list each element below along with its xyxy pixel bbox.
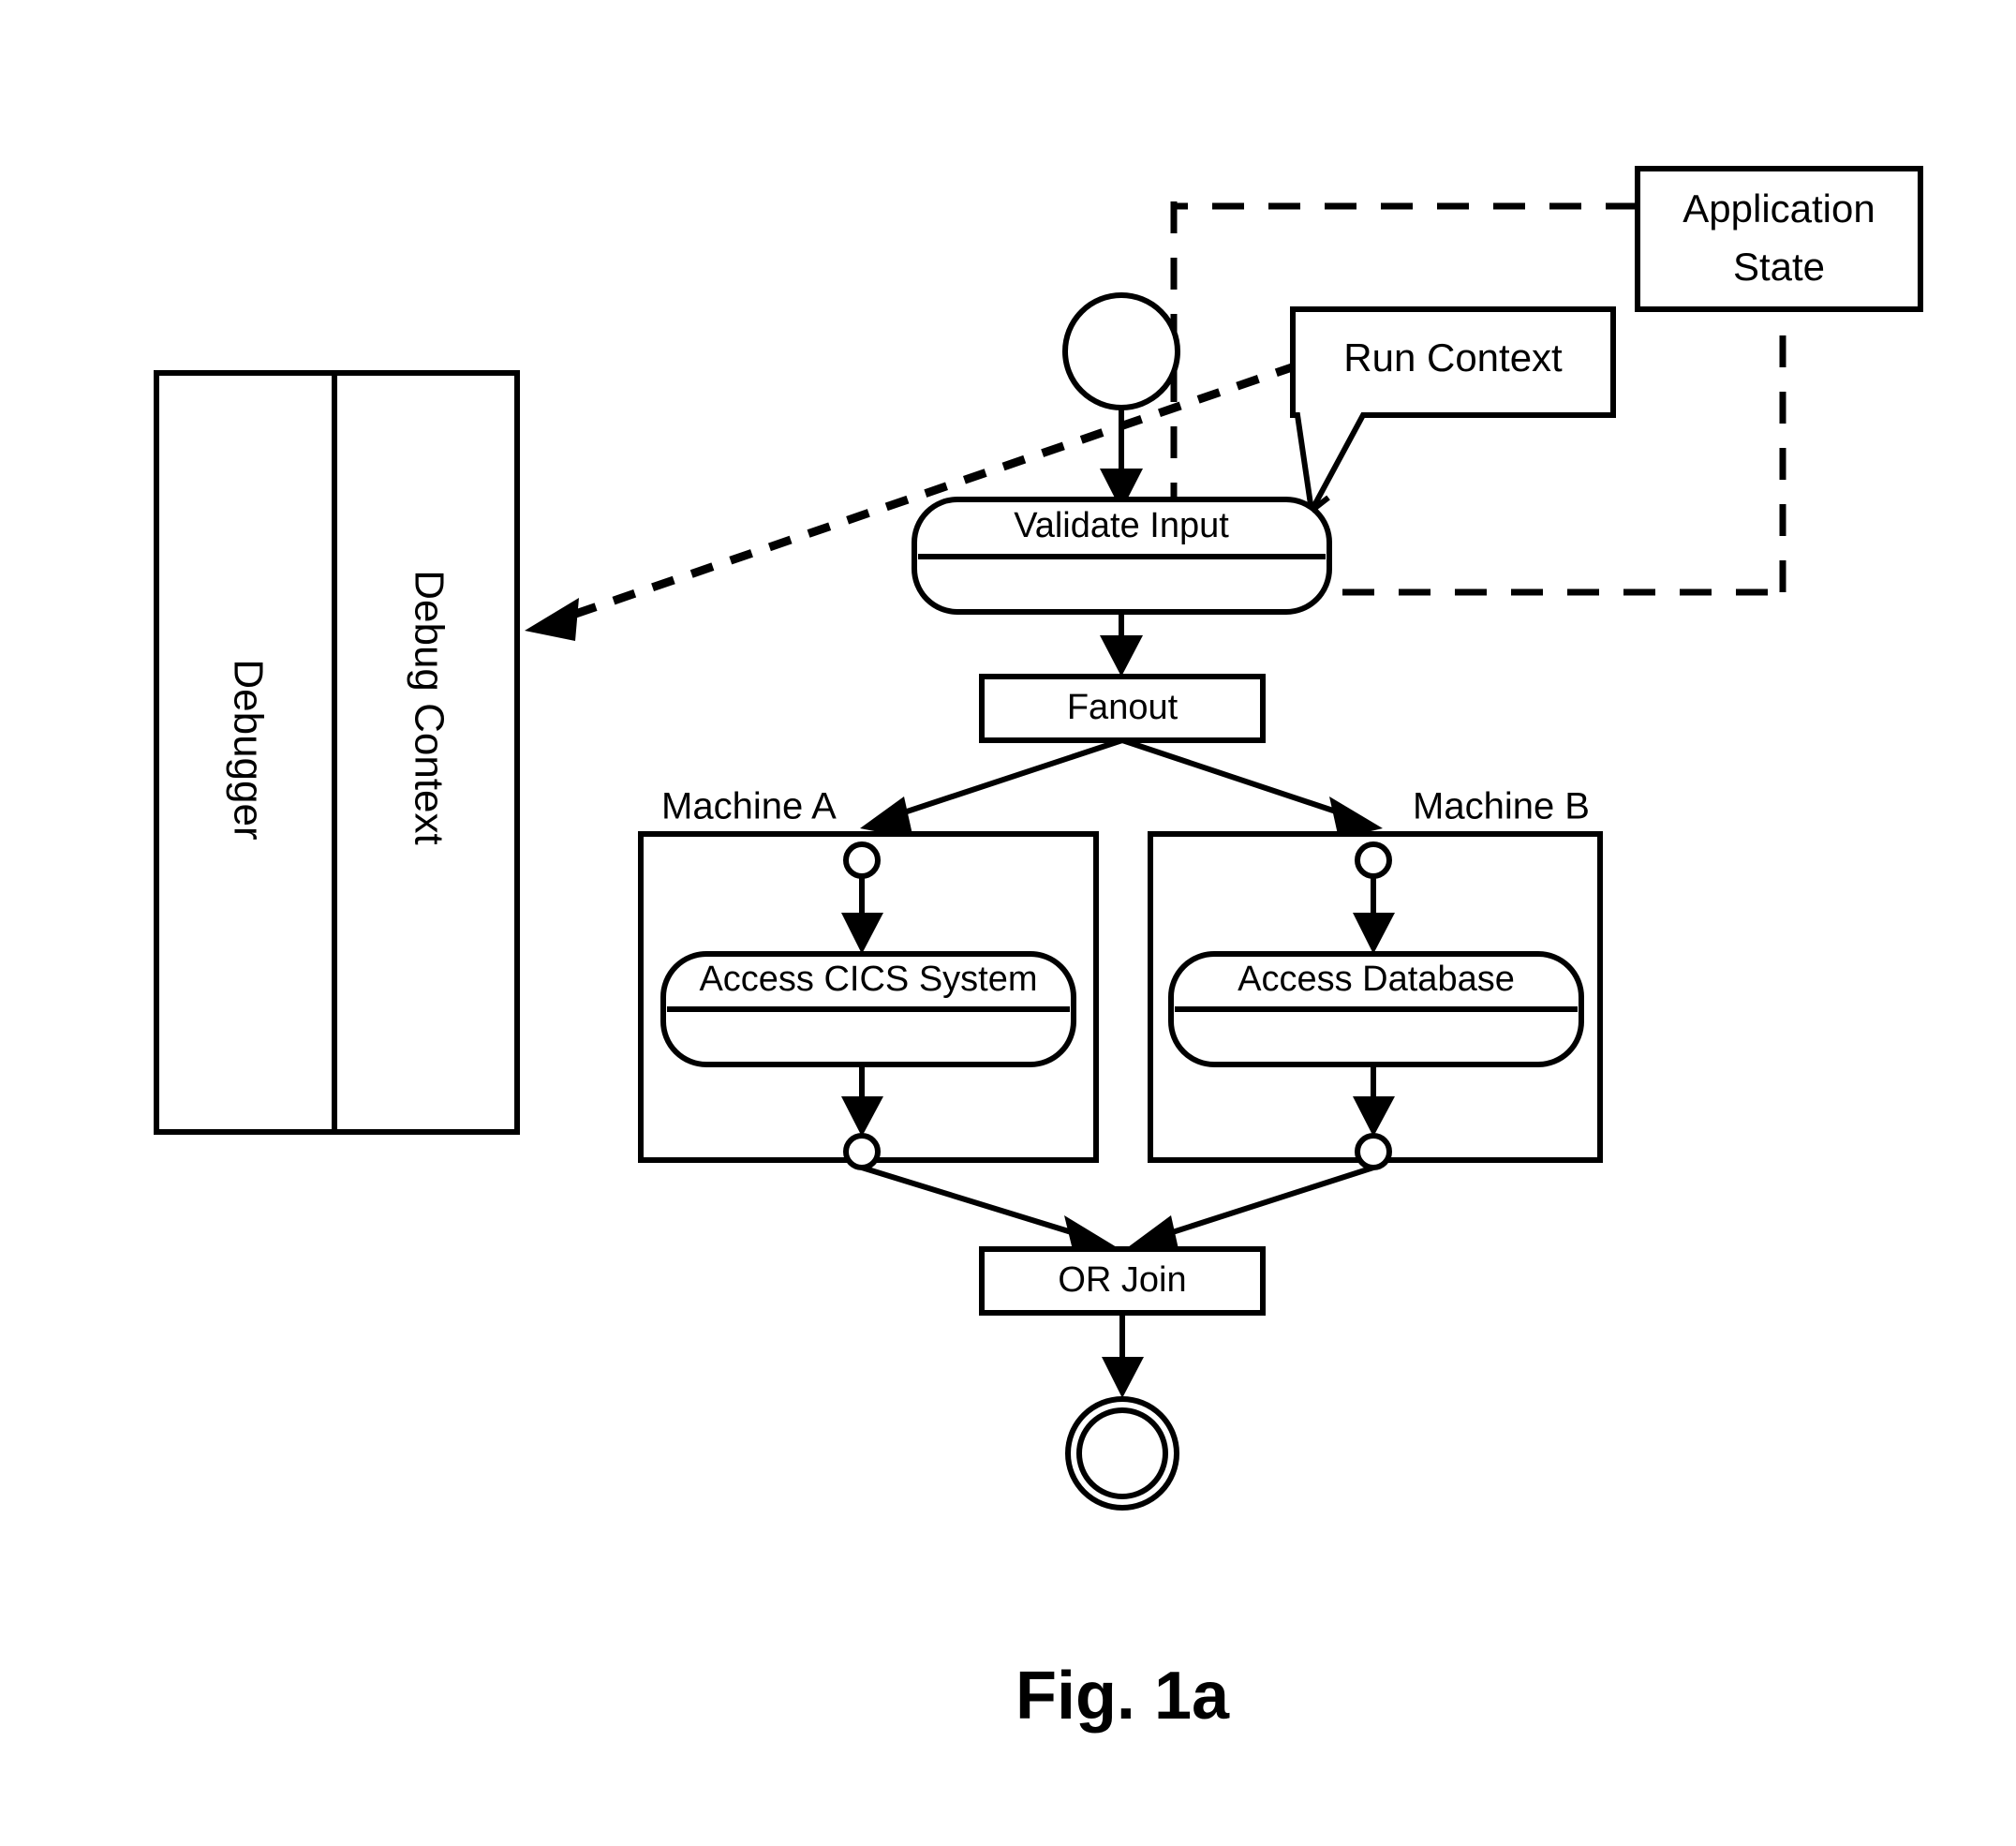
figure-root: Debugger Debug Context Application State…	[0, 0, 2016, 1846]
debugger-panel[interactable]: Debugger Debug Context	[154, 370, 520, 1135]
application-state-box[interactable]: Application State	[1635, 166, 1923, 312]
edge-fanout-to-machine-a-line	[889, 737, 1123, 820]
run-context-trace-arrowhead	[525, 598, 579, 641]
control-or-join[interactable]: OR Join	[979, 1246, 1266, 1316]
figure-caption: Fig. 1a	[1015, 1659, 1230, 1734]
run-context-label: Run Context	[1343, 335, 1563, 380]
machine-a-output-port[interactable]	[843, 1133, 881, 1170]
final-node[interactable]	[1065, 1396, 1179, 1511]
machine-a-label: Machine A	[661, 786, 837, 827]
edge-or-join-to-final	[1102, 1313, 1144, 1398]
initial-node-circle[interactable]	[1062, 292, 1180, 410]
debugger-label: Debugger	[225, 659, 271, 840]
access-cics-label: Access CICS System	[699, 960, 1037, 999]
activity-diagram: Debugger Debug Context Application State…	[154, 166, 1923, 1734]
edge-machine-b-to-or-join-line	[1157, 1165, 1374, 1240]
validate-input-label: Validate Input	[1014, 506, 1229, 545]
machine-a-input-port[interactable]	[843, 841, 881, 879]
initial-node[interactable]	[1062, 292, 1180, 511]
swimlane-machine-a[interactable]: Machine A Access CICS System	[638, 786, 1099, 1170]
swimlane-machine-b[interactable]: Machine B Access Database	[1148, 786, 1603, 1170]
edge-or-join-to-final-arrowhead	[1102, 1357, 1144, 1398]
machine-b-output-port[interactable]	[1355, 1133, 1392, 1170]
edge-fanout-to-machine-a	[860, 737, 1123, 839]
final-node-outer-circle[interactable]	[1065, 1396, 1179, 1511]
edge-validate-to-fanout	[1100, 612, 1143, 677]
fanout-label: Fanout	[1067, 688, 1178, 727]
access-database-label: Access Database	[1238, 960, 1515, 999]
edge-fanout-to-machine-b	[1121, 737, 1383, 839]
application-state-label-line1: Application	[1682, 186, 1875, 231]
machine-b-label: Machine B	[1413, 786, 1590, 827]
edge-validate-to-fanout-arrowhead	[1100, 635, 1143, 677]
edge-fanout-to-machine-b-line	[1121, 737, 1354, 820]
application-state-label-line2: State	[1733, 245, 1825, 289]
machine-b-input-port[interactable]	[1355, 841, 1392, 879]
debug-context-label: Debug Context	[406, 570, 452, 845]
edge-machine-a-to-or-join-line	[861, 1165, 1088, 1240]
control-fanout[interactable]: Fanout	[979, 674, 1266, 743]
edge-machine-b-to-or-join	[1128, 1165, 1374, 1258]
run-context-callout[interactable]: Run Context	[1290, 306, 1616, 520]
edge-machine-a-to-or-join	[861, 1165, 1117, 1258]
or-join-label: OR Join	[1058, 1260, 1186, 1300]
activity-validate-input[interactable]: Validate Input	[912, 497, 1332, 615]
